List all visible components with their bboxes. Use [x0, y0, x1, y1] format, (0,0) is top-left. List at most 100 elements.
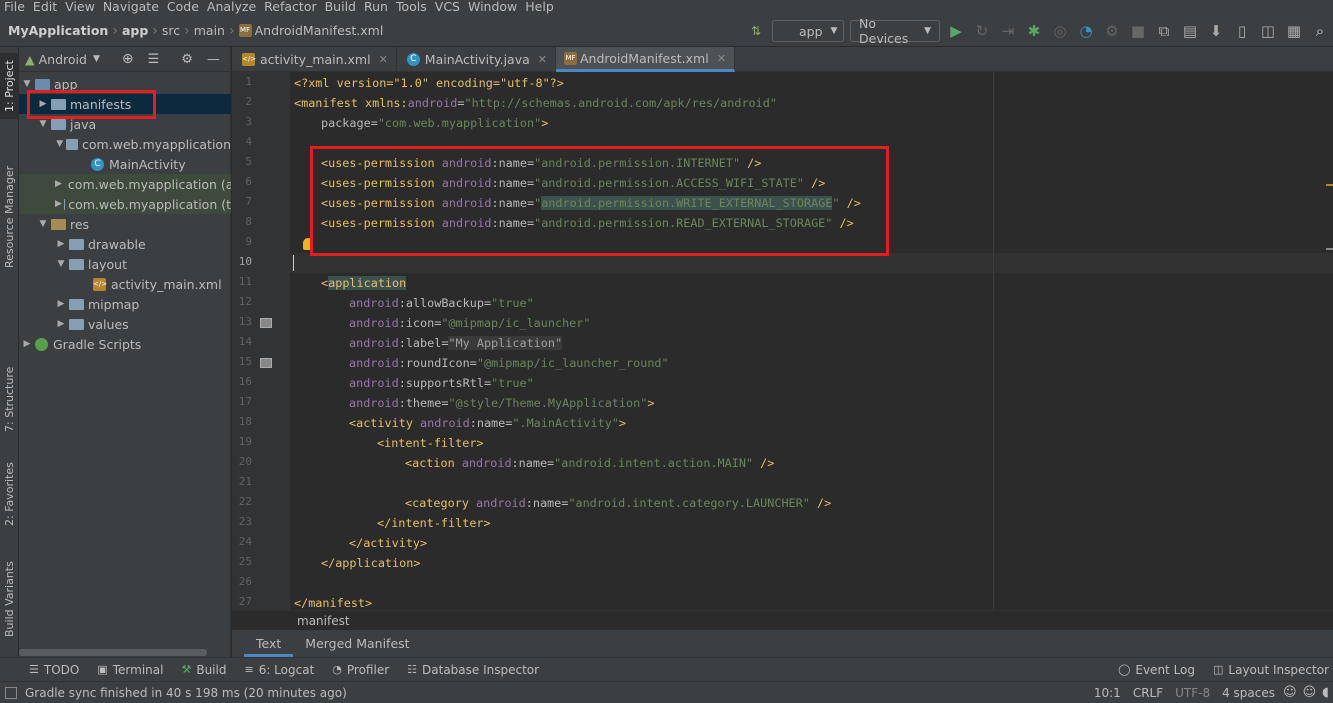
locate-icon[interactable]: ⊕	[122, 51, 134, 67]
close-icon[interactable]: ✕	[538, 53, 547, 66]
todo-button[interactable]: ☰ TODO	[20, 663, 88, 677]
menu-file[interactable]: File	[0, 0, 29, 15]
stop-icon[interactable]: ■	[1125, 18, 1151, 44]
menu-navigate[interactable]: Navigate	[99, 0, 163, 15]
menu-window[interactable]: Window	[464, 0, 521, 15]
run-config-select[interactable]: app ▼	[772, 20, 844, 42]
status-message[interactable]: Gradle sync finished in 40 s 198 ms (20 …	[25, 686, 347, 700]
tab-build-variants[interactable]: Build Variants	[0, 557, 19, 642]
avd-manager-icon[interactable]: ▤	[1177, 18, 1203, 44]
build-button[interactable]: ⚒ Build	[172, 663, 235, 677]
tree-item-mainactivity[interactable]: C MainActivity	[19, 154, 231, 174]
sdk-manager-icon[interactable]: ⬇	[1203, 18, 1229, 44]
tree-item-activity-main[interactable]: </> activity_main.xml	[19, 274, 231, 294]
layout-inspector-icon[interactable]: ◫	[1255, 18, 1281, 44]
breadcrumb-manifest[interactable]: manifest	[297, 614, 350, 628]
terminal-button[interactable]: ▣ Terminal	[88, 663, 172, 677]
tab-project[interactable]: 1: Project	[0, 53, 19, 119]
notification-icon[interactable]: ◖	[1322, 685, 1329, 700]
tab-mainactivity[interactable]: C MainActivity.java ✕	[397, 47, 556, 72]
tree-item-mipmap[interactable]: ▶ mipmap	[19, 294, 231, 314]
build-icon: ⚒	[181, 663, 192, 676]
menu-code[interactable]: Code	[163, 0, 203, 15]
crumb-src[interactable]: src	[162, 23, 180, 38]
line-separator[interactable]: CRLF	[1133, 686, 1163, 700]
crumb-file[interactable]: AndroidManifest.xml	[255, 23, 384, 38]
tab-text[interactable]: Text	[244, 630, 294, 657]
device-select[interactable]: No Devices ▼	[850, 16, 940, 46]
menu-edit[interactable]: Edit	[29, 0, 61, 15]
chevron-right-icon[interactable]: ▶	[55, 319, 67, 329]
tree-item-package-test[interactable]: ▶ com.web.myapplication (t	[19, 194, 231, 214]
chevron-right-icon[interactable]: ▶	[55, 239, 67, 249]
menu-build[interactable]: Build	[321, 0, 360, 15]
tree-item-package-androidtest[interactable]: ▶ com.web.myapplication (a	[19, 174, 231, 194]
debug-icon[interactable]: ✱	[1021, 18, 1047, 44]
coverage-icon[interactable]: ⚙	[1099, 18, 1125, 44]
profiler-button[interactable]: ◔ Profiler	[323, 663, 398, 677]
menu-analyze[interactable]: Analyze	[203, 0, 260, 15]
lock-icon[interactable]: ☺	[1283, 685, 1297, 700]
search-icon[interactable]: ⌕	[1307, 18, 1333, 44]
attach-debugger-icon[interactable]: ◔	[1073, 18, 1099, 44]
chevron-down-icon[interactable]: ▼	[55, 139, 64, 149]
project-view-select[interactable]: Android	[39, 52, 87, 67]
menu-view[interactable]: View	[61, 0, 99, 15]
apply-changes-icon[interactable]: ⇥	[995, 18, 1021, 44]
profile-icon[interactable]: ◎	[1047, 18, 1073, 44]
menu-refactor[interactable]: Refactor	[260, 0, 320, 15]
database-inspector-button[interactable]: ☷ Database Inspector	[398, 663, 548, 677]
caret-position[interactable]: 10:1	[1094, 686, 1121, 700]
crumb-project[interactable]: MyApplication	[8, 23, 108, 38]
tab-activity-main[interactable]: </> activity_main.xml ✕	[232, 47, 397, 72]
chevron-down-icon[interactable]: ▼	[21, 79, 33, 89]
collapse-icon[interactable]: ☰	[148, 52, 160, 67]
image-preview-icon[interactable]	[260, 318, 272, 328]
chevron-down-icon[interactable]: ▼	[55, 259, 67, 269]
event-log-button[interactable]: ◯ Event Log	[1109, 663, 1204, 677]
project-scrollbar[interactable]	[19, 649, 207, 656]
logcat-icon: ≡	[244, 663, 254, 676]
menu-tools[interactable]: Tools	[392, 0, 431, 15]
smiley-icon[interactable]: ☺	[1303, 685, 1317, 700]
gear-icon[interactable]: ⚙	[181, 52, 193, 67]
chevron-down-icon[interactable]: ▼	[37, 219, 49, 229]
tree-item-layout[interactable]: ▼ layout	[19, 254, 231, 274]
tree-item-package[interactable]: ▼ com.web.myapplication	[19, 134, 231, 154]
chevron-down-icon[interactable]: ▼	[37, 119, 49, 129]
close-icon[interactable]: ✕	[379, 53, 388, 66]
rerun-icon[interactable]: ↻	[969, 18, 995, 44]
tab-favorites[interactable]: 2: Favorites	[0, 457, 19, 532]
chevron-right-icon[interactable]: ▶	[55, 299, 67, 309]
chevron-right-icon[interactable]: ▶	[55, 199, 62, 209]
file-encoding[interactable]: UTF-8	[1175, 686, 1210, 700]
tab-androidmanifest[interactable]: MF AndroidManifest.xml ✕	[555, 47, 735, 72]
logcat-button[interactable]: ≡ 6: Logcat	[235, 663, 323, 677]
menu-help[interactable]: Help	[521, 0, 558, 15]
chevron-right-icon[interactable]: ▶	[55, 179, 62, 189]
crumb-main[interactable]: main	[194, 23, 225, 38]
tree-item-drawable[interactable]: ▶ drawable	[19, 234, 231, 254]
tree-item-gradle-scripts[interactable]: ▶ Gradle Scripts	[19, 334, 231, 354]
hide-icon[interactable]: —	[207, 52, 220, 67]
close-icon[interactable]: ✕	[717, 52, 726, 65]
device-manager-icon[interactable]: ▯	[1229, 18, 1255, 44]
chevron-right-icon[interactable]: ▶	[21, 339, 33, 349]
image-preview-icon[interactable]	[260, 358, 272, 368]
menu-vcs[interactable]: VCS	[431, 0, 464, 15]
tree-item-values[interactable]: ▶ values	[19, 314, 231, 334]
project-structure-icon[interactable]: ▦	[1281, 18, 1307, 44]
layout-inspector-button[interactable]: ◫ Layout Inspector	[1204, 663, 1333, 677]
run-icon[interactable]: ▶	[943, 18, 969, 44]
tab-resource-manager[interactable]: Resource Manager	[0, 142, 19, 292]
crumb-module[interactable]: app	[122, 23, 148, 38]
indent-setting[interactable]: 4 spaces	[1222, 686, 1275, 700]
menu-run[interactable]: Run	[360, 0, 392, 15]
tab-structure[interactable]: 7: Structure	[0, 362, 19, 437]
tab-merged-manifest[interactable]: Merged Manifest	[293, 630, 421, 657]
status-toggle-icon[interactable]	[5, 686, 17, 699]
tree-item-res[interactable]: ▼ res	[19, 214, 231, 234]
make-module-icon[interactable]: ⇅	[743, 18, 769, 44]
sync-gradle-icon[interactable]: ⧉	[1151, 18, 1177, 44]
dropdown-arrow-icon[interactable]: ▼	[93, 54, 100, 64]
